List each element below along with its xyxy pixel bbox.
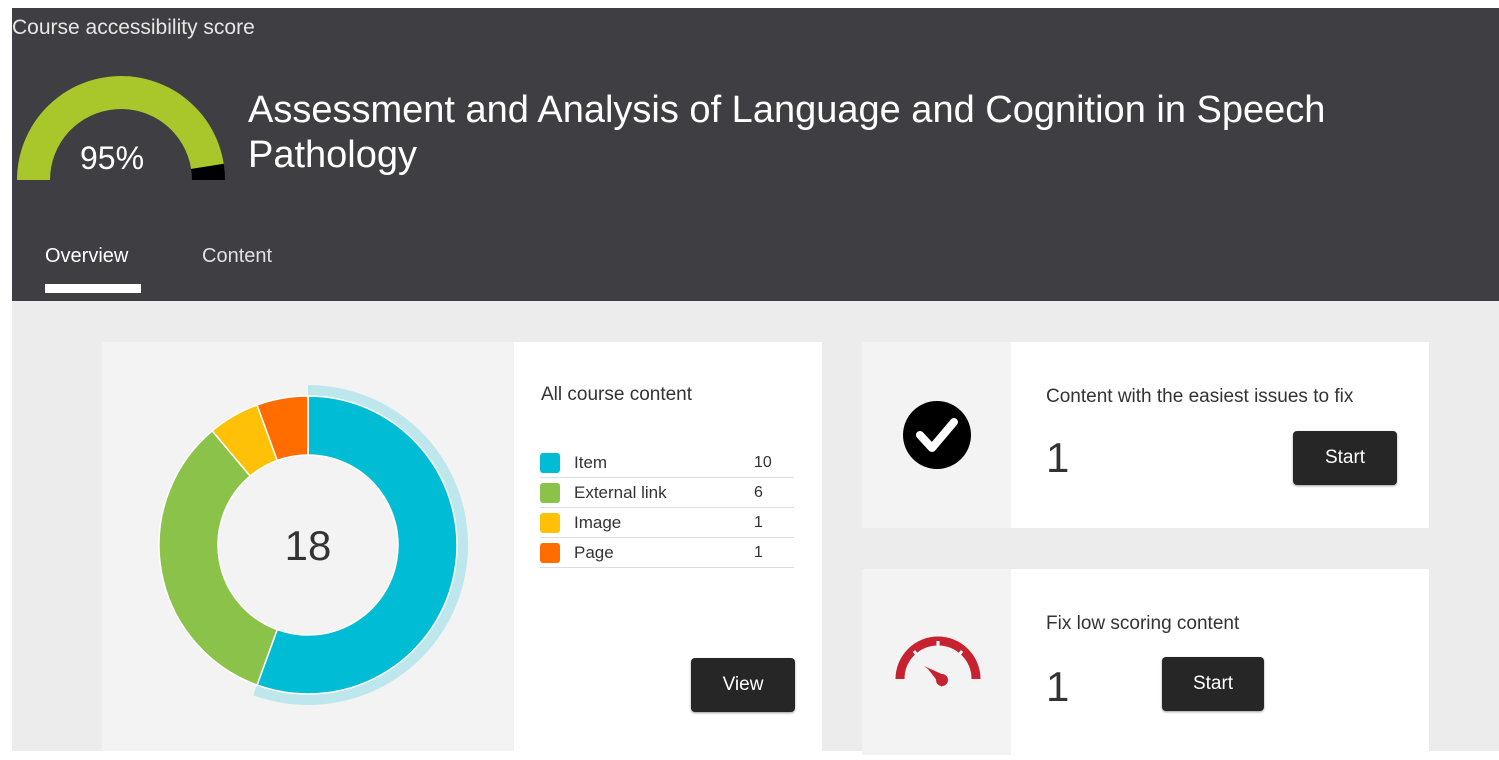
- legend-count: 1: [754, 513, 763, 531]
- legend-count: 10: [754, 453, 772, 471]
- score-percentage: 95%: [79, 140, 145, 176]
- tab-overview[interactable]: Overview: [45, 245, 128, 268]
- content-donut-chart: 18: [158, 385, 468, 705]
- view-button[interactable]: View: [691, 658, 795, 712]
- legend-row-image: Image 1: [540, 508, 794, 538]
- easy-issues-title: Content with the easiest issues to fix: [1046, 386, 1354, 407]
- active-tab-indicator: [45, 284, 141, 293]
- course-title: Assessment and Analysis of Language and …: [248, 89, 1326, 176]
- content-chart-panel: 18: [102, 342, 514, 751]
- content-legend: Item 10 External link 6 Image 1 Page 1: [540, 448, 794, 568]
- content-summary-card: All course content Item 10 External link…: [514, 342, 822, 751]
- checkmark-circle-icon: [903, 401, 971, 469]
- donut-total-label: 18: [285, 522, 332, 569]
- legend-row-page: Page 1: [540, 538, 794, 568]
- item-swatch: [540, 452, 560, 473]
- overview-panel: 18 All course content Item 10 External l…: [12, 301, 1499, 755]
- score-label: Course accessibility score: [12, 16, 255, 39]
- image-swatch: [540, 512, 560, 533]
- speedometer-icon: [895, 636, 981, 687]
- easy-issues-icon-area: [862, 342, 1011, 528]
- summary-title: All course content: [541, 384, 693, 405]
- legend-label: External link: [574, 482, 667, 502]
- legend-count: 1: [754, 543, 763, 561]
- easy-issues-card: Content with the easiest issues to fix 1…: [862, 342, 1429, 528]
- legend-label: Item: [574, 452, 608, 472]
- legend-row-external-link: External link 6: [540, 478, 794, 508]
- low-scoring-icon-area: [862, 569, 1011, 755]
- easy-issues-start-button[interactable]: Start: [1293, 431, 1397, 485]
- easy-issues-count: 1: [1046, 434, 1070, 481]
- low-scoring-count: 1: [1046, 663, 1070, 710]
- low-scoring-start-button[interactable]: Start: [1162, 657, 1264, 711]
- tab-content[interactable]: Content: [202, 245, 272, 268]
- page-swatch: [540, 542, 560, 563]
- legend-count: 6: [754, 483, 763, 501]
- legend-label: Image: [574, 512, 622, 532]
- external-link-swatch: [540, 482, 560, 503]
- legend-label: Page: [574, 542, 614, 562]
- low-scoring-card: Fix low scoring content 1 Start: [862, 569, 1429, 755]
- low-scoring-title: Fix low scoring content: [1046, 613, 1240, 634]
- legend-row-item: Item 10: [540, 448, 794, 478]
